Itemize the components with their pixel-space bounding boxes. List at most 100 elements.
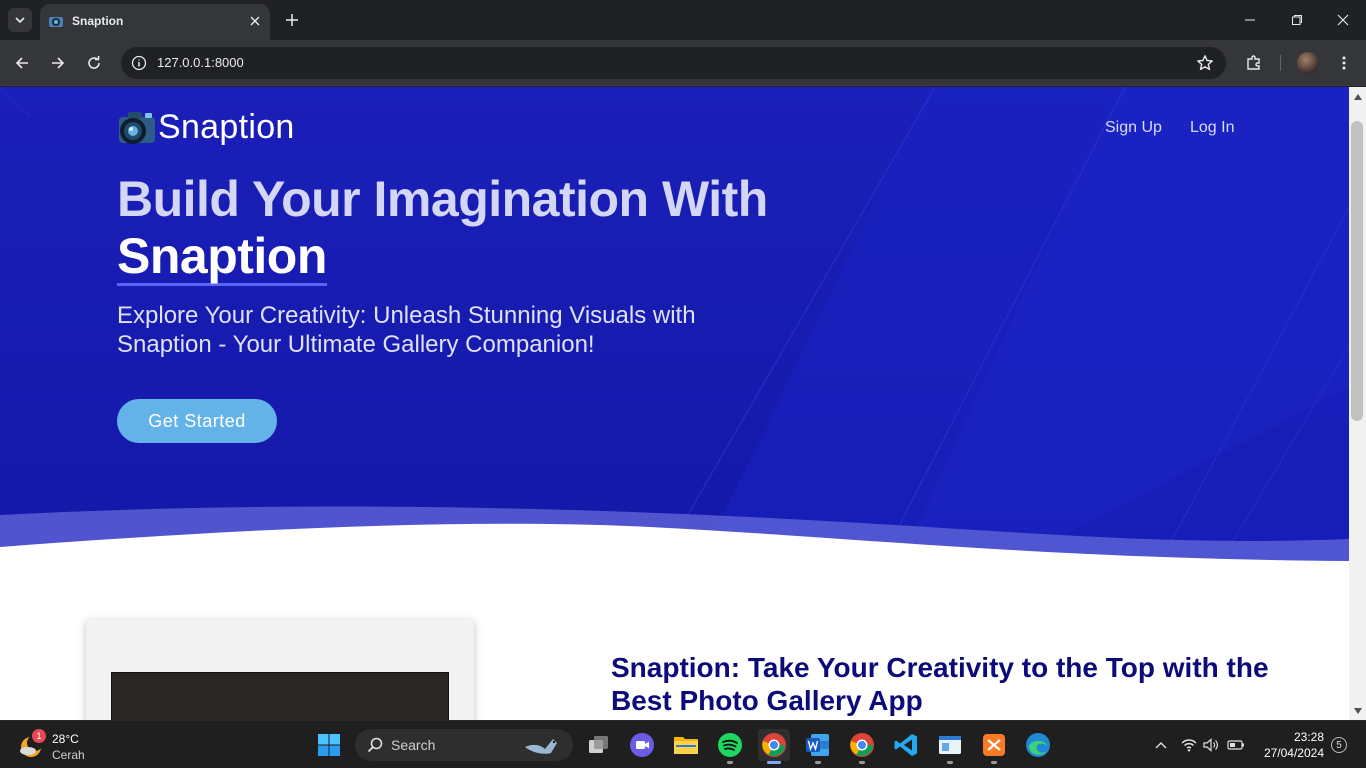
spotify-button[interactable] bbox=[714, 729, 746, 764]
volume-button[interactable] bbox=[1201, 735, 1221, 755]
folder-icon bbox=[674, 737, 698, 754]
brand-name: Snaption bbox=[158, 107, 295, 146]
hero-headline-line1: Build Your Imagination With bbox=[117, 171, 768, 227]
word-button[interactable] bbox=[802, 729, 834, 764]
taskbar-search-label: Search bbox=[391, 737, 436, 753]
restore-icon bbox=[1292, 15, 1302, 25]
tab-title: Snaption bbox=[72, 14, 124, 28]
bookmark-star-icon[interactable] bbox=[1196, 54, 1214, 72]
video-chat-icon bbox=[630, 733, 654, 757]
hero-wave-divider bbox=[0, 506, 1349, 567]
weather-temp: 28°C bbox=[52, 732, 79, 746]
chevron-down-icon bbox=[15, 17, 25, 24]
windows-taskbar: 1 28°C Cerah Search 23:28 27/04/2024 5 bbox=[0, 720, 1366, 768]
weather-widget[interactable]: 1 28°C Cerah bbox=[18, 729, 118, 763]
section-title: Snaption: Take Your Creativity to the To… bbox=[611, 652, 1269, 716]
vscode-icon bbox=[894, 734, 917, 756]
gallery-photo-card bbox=[86, 620, 474, 720]
minimize-button[interactable] bbox=[1238, 8, 1262, 32]
site-info-icon[interactable] bbox=[131, 55, 147, 71]
wifi-icon bbox=[1181, 739, 1197, 752]
speaker-icon bbox=[1203, 738, 1218, 752]
running-indicator bbox=[947, 761, 953, 764]
weather-badge: 1 bbox=[32, 729, 46, 743]
start-button[interactable] bbox=[313, 729, 345, 761]
edge-button[interactable] bbox=[1022, 729, 1054, 761]
file-explorer-button[interactable] bbox=[670, 729, 702, 761]
show-hidden-icons-button[interactable] bbox=[1151, 735, 1171, 755]
camera-favicon-icon bbox=[49, 17, 63, 27]
hero-headline: Build Your Imagination With Snaption bbox=[117, 171, 877, 286]
profile-avatar[interactable] bbox=[1297, 52, 1319, 74]
browser-toolbar: 127.0.0.1:8000 bbox=[0, 40, 1366, 86]
chrome-button[interactable] bbox=[758, 729, 790, 764]
reload-button[interactable] bbox=[82, 51, 106, 75]
address-bar[interactable]: 127.0.0.1:8000 bbox=[121, 47, 1226, 79]
running-indicator bbox=[815, 761, 821, 764]
scroll-up-arrow[interactable] bbox=[1352, 91, 1363, 102]
word-icon bbox=[806, 734, 829, 756]
windows-logo-icon bbox=[318, 734, 340, 756]
battery-button[interactable] bbox=[1226, 735, 1246, 755]
sign-up-link[interactable]: Sign Up bbox=[1105, 119, 1162, 137]
camera-logo-icon bbox=[119, 112, 155, 144]
close-window-button[interactable] bbox=[1331, 8, 1355, 32]
search-icon bbox=[367, 737, 383, 753]
bird-decoration-icon bbox=[525, 739, 557, 754]
close-icon bbox=[1337, 14, 1349, 26]
triangle-up-icon bbox=[1353, 93, 1362, 100]
taskbar-search[interactable]: Search bbox=[355, 729, 573, 761]
scrollbar-thumb[interactable] bbox=[1351, 121, 1363, 421]
brand[interactable]: Snaption bbox=[117, 107, 295, 147]
task-view-button[interactable] bbox=[582, 729, 614, 761]
xampp-icon bbox=[983, 734, 1005, 756]
notification-badge[interactable]: 5 bbox=[1331, 737, 1347, 753]
running-indicator bbox=[991, 761, 997, 764]
back-button[interactable] bbox=[10, 51, 34, 75]
restore-button[interactable] bbox=[1285, 8, 1309, 32]
chrome-profile-button[interactable] bbox=[846, 729, 878, 764]
app-window-button[interactable] bbox=[934, 729, 966, 764]
hero-section: Snaption Sign Up Log In Build Your Imagi… bbox=[0, 87, 1349, 563]
plus-icon bbox=[286, 14, 298, 26]
page-scrollbar[interactable] bbox=[1349, 87, 1366, 720]
toolbar-separator bbox=[1280, 55, 1281, 71]
running-indicator bbox=[859, 761, 865, 764]
teams-meet-button[interactable] bbox=[626, 729, 658, 761]
browser-menu-button[interactable] bbox=[1332, 51, 1356, 75]
new-tab-button[interactable] bbox=[282, 10, 302, 30]
scroll-down-arrow[interactable] bbox=[1352, 705, 1363, 716]
running-indicator bbox=[767, 761, 781, 764]
reload-icon bbox=[88, 56, 100, 69]
minimize-icon bbox=[1245, 19, 1255, 21]
wifi-button[interactable] bbox=[1179, 735, 1199, 755]
arrow-right-icon bbox=[52, 57, 65, 69]
vscode-button[interactable] bbox=[890, 729, 922, 761]
close-icon bbox=[250, 16, 260, 26]
battery-icon bbox=[1227, 740, 1244, 750]
extensions-button[interactable] bbox=[1242, 51, 1266, 75]
window-app-icon bbox=[939, 736, 961, 754]
clock-date: 27/04/2024 bbox=[1263, 746, 1324, 760]
get-started-button[interactable]: Get Started bbox=[117, 399, 277, 443]
task-view-icon bbox=[589, 736, 608, 753]
edge-icon bbox=[1026, 733, 1050, 757]
log-in-link[interactable]: Log In bbox=[1190, 119, 1234, 137]
chevron-up-icon bbox=[1155, 742, 1167, 749]
arrow-left-icon bbox=[15, 57, 28, 69]
tab-search-button[interactable] bbox=[8, 8, 32, 32]
xampp-button[interactable] bbox=[978, 729, 1010, 764]
system-clock[interactable]: 23:28 27/04/2024 bbox=[1254, 729, 1324, 761]
tab-close-button[interactable] bbox=[246, 12, 264, 30]
browser-tab[interactable]: Snaption bbox=[40, 4, 270, 40]
triangle-down-icon bbox=[1353, 707, 1362, 714]
forward-button[interactable] bbox=[46, 51, 70, 75]
chrome-icon bbox=[762, 733, 786, 757]
clock-time: 23:28 bbox=[1293, 730, 1324, 744]
weather-condition: Cerah bbox=[52, 748, 85, 762]
hero-headline-line2: Snaption bbox=[117, 228, 327, 286]
url-text[interactable]: 127.0.0.1:8000 bbox=[157, 55, 244, 70]
page-viewport: Snaption Sign Up Log In Build Your Imagi… bbox=[0, 87, 1349, 720]
more-vertical-icon bbox=[1342, 56, 1346, 70]
spotify-icon bbox=[718, 733, 742, 757]
